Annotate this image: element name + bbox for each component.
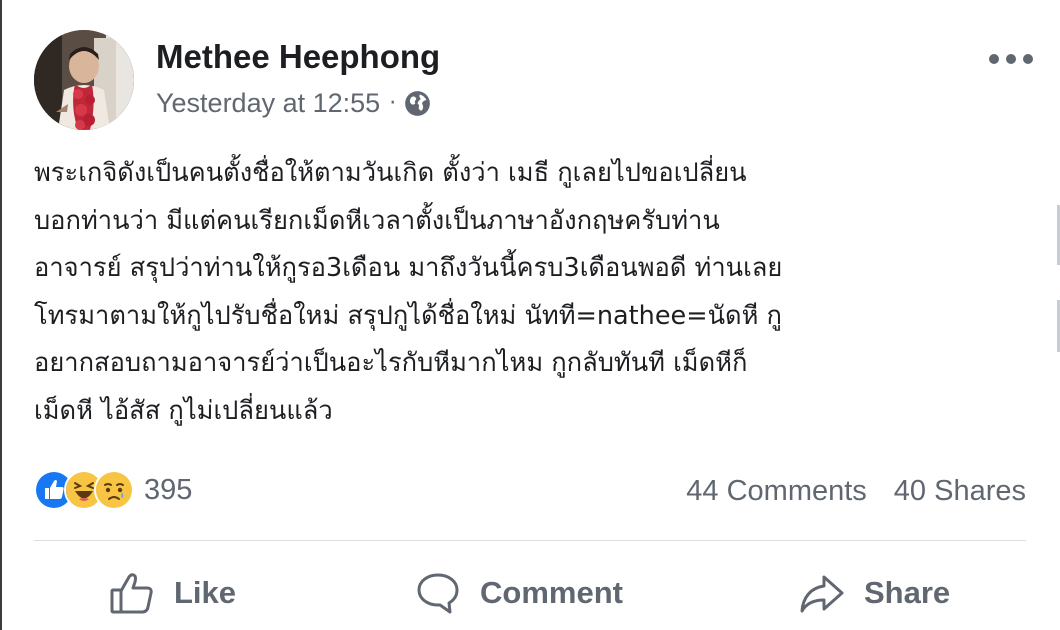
more-horizontal-icon[interactable] <box>988 50 1034 68</box>
post-text-line: อาจารย์ สรุปว่าท่านให้กูรอ3เดือน มาถึงวั… <box>34 253 783 283</box>
post-stats: 44 Comments 40 Shares <box>686 471 1026 511</box>
share-button[interactable]: Share <box>798 560 950 626</box>
author-name[interactable]: Methee Heephong <box>156 38 440 76</box>
like-label: Like <box>174 575 237 610</box>
comments-count-link[interactable]: 44 Comments <box>686 475 867 508</box>
comment-bubble-icon <box>414 569 462 617</box>
post-text-line: โทรมาตามให้กูไปรับชื่อใหม่ สรุปกูได้ชื่อ… <box>34 300 782 331</box>
reactions-summary[interactable]: 395 <box>34 470 192 510</box>
window-edge <box>0 0 2 630</box>
divider <box>34 540 1026 541</box>
comment-button[interactable]: Comment <box>414 560 623 626</box>
post-text-line: บอกท่านว่า มีแต่คนเรียกเม็ดหีเวลาตั้งเป็… <box>34 205 720 236</box>
meta-separator: · <box>389 90 397 116</box>
post-text-line: อยากสอบถามอาจารย์ว่าเป็นอะไรกับหีมากไหม … <box>34 348 748 378</box>
avatar[interactable] <box>34 30 134 130</box>
sad-reaction-icon <box>94 470 134 510</box>
post-text-line: เม็ดหี ไอ้สัส กูไม่เปลี่ยนแล้ว <box>34 395 333 426</box>
shares-count-link[interactable]: 40 Shares <box>894 475 1026 508</box>
post-action-bar: Like Comment Share <box>0 560 1060 626</box>
post-text: พระเกจิดังเป็นคนตั้งชื่อให้ตามวันเกิด ตั… <box>34 150 1034 435</box>
share-arrow-icon <box>798 569 846 617</box>
avatar-photo <box>34 30 134 130</box>
globe-icon[interactable] <box>404 90 431 117</box>
share-label: Share <box>864 575 951 610</box>
comment-label: Comment <box>480 575 623 610</box>
post-timestamp[interactable]: Yesterday at 12:55 <box>156 88 380 119</box>
reaction-count: 395 <box>144 473 193 506</box>
like-button[interactable]: Like <box>108 560 236 626</box>
facebook-post: Methee Heephong Yesterday at 12:55 · พระ… <box>0 0 1060 630</box>
thumbs-up-icon <box>108 569 156 617</box>
post-meta: Yesterday at 12:55 · <box>156 86 431 120</box>
post-text-line: พระเกจิดังเป็นคนตั้งชื่อให้ตามวันเกิด ตั… <box>34 158 747 188</box>
